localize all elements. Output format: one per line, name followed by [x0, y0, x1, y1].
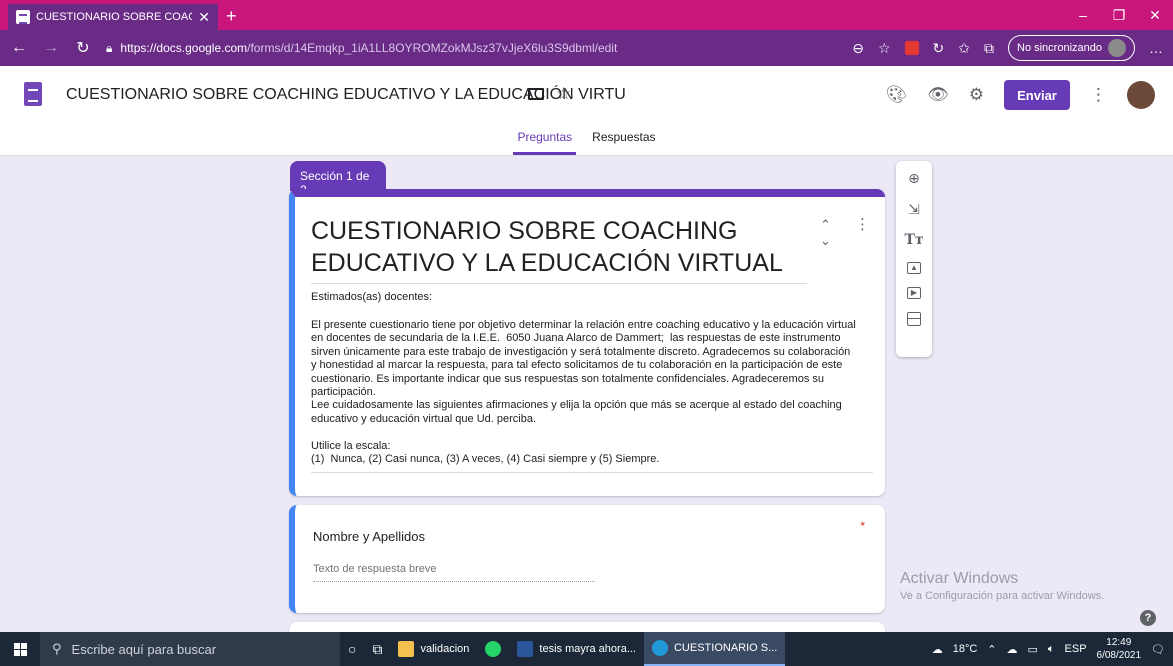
- zoom-icon[interactable]: ⊖: [852, 40, 864, 57]
- account-avatar[interactable]: [1127, 81, 1155, 109]
- word-icon: [517, 641, 534, 657]
- refresh-extension-icon[interactable]: ↻: [933, 40, 945, 57]
- browser-tab-title: CUESTIONARIO SOBRE COACHIN: [36, 11, 193, 23]
- task-view-icon[interactable]: ⧉: [364, 632, 390, 666]
- new-tab-icon[interactable]: +: [226, 6, 237, 27]
- google-forms-favicon-icon: [16, 10, 30, 24]
- question-card[interactable]: Nombre y Apellidos * Texto de respuesta …: [289, 505, 885, 613]
- favorites-bar-icon[interactable]: ✩: [958, 40, 970, 57]
- sync-label: No sincronizando: [1017, 42, 1102, 54]
- more-options-icon[interactable]: ⋮: [1090, 85, 1107, 105]
- header-actions: 🎨︎ 👁︎ ⚙ Enviar ⋮: [886, 80, 1155, 110]
- reload-icon[interactable]: ↻: [74, 38, 92, 58]
- cortana-icon[interactable]: ○: [340, 632, 364, 666]
- star-icon[interactable]: ☆: [556, 84, 571, 104]
- language-indicator[interactable]: ESP: [1065, 643, 1087, 655]
- taskbar-search[interactable]: ⚲ Escribe aquí para buscar: [40, 632, 340, 666]
- clock[interactable]: 12:49 6/08/2021: [1097, 636, 1142, 662]
- extension-icon[interactable]: [904, 41, 919, 55]
- taskbar-item-browser[interactable]: CUESTIONARIO S...: [643, 632, 786, 666]
- browser-toolbar-icons: ⊖ ☆ ↻ ✩ ⧉ No sincronizando …: [852, 35, 1163, 61]
- watermark-line2: Ve a Configuración para activar Windows.: [900, 590, 1105, 602]
- url-path: /forms/d/14Emqkp_1iA1LL8OYROMZokMJsz37vJ…: [247, 41, 618, 55]
- add-section-icon[interactable]: [907, 312, 921, 326]
- clock-time: 12:49: [1106, 637, 1132, 648]
- browser-tab-forms[interactable]: CUESTIONARIO SOBRE COACHIN ✕: [8, 4, 218, 30]
- form-title-card[interactable]: CUESTIONARIO SOBRE COACHING EDUCATIVO Y …: [289, 189, 885, 496]
- preview-eye-icon[interactable]: 👁︎: [927, 85, 949, 105]
- close-tab-icon[interactable]: ✕: [198, 9, 210, 26]
- search-icon: ⚲: [52, 641, 62, 656]
- help-icon[interactable]: ?: [1140, 610, 1156, 626]
- windows-activation-watermark: Activar Windows Ve a Configuración para …: [900, 570, 1104, 602]
- add-video-icon[interactable]: ▶: [907, 287, 921, 299]
- folder-icon: [398, 641, 415, 657]
- move-to-folder-icon[interactable]: [528, 88, 544, 100]
- section-indicator: Sección 1 de 2: [290, 161, 386, 197]
- customize-theme-icon[interactable]: 🎨︎: [886, 85, 908, 105]
- form-tabs: Preguntas Respuestas: [0, 130, 1173, 155]
- short-answer-field: Texto de respuesta breve: [313, 563, 595, 582]
- tab-preguntas[interactable]: Preguntas: [513, 130, 577, 155]
- edge-icon: [651, 640, 668, 656]
- weather-icon[interactable]: ☁: [932, 643, 943, 656]
- collections-icon[interactable]: ⧉: [984, 40, 994, 57]
- notifications-icon[interactable]: 🗨︎: [1151, 643, 1165, 656]
- maximize-icon[interactable]: ❐: [1101, 0, 1137, 30]
- floating-toolbar: ⊕ ⇲ Tт ▲ ▶: [896, 161, 932, 357]
- profile-avatar: [1108, 39, 1126, 57]
- clock-date: 6/08/2021: [1096, 650, 1142, 661]
- question-title[interactable]: Nombre y Apellidos: [313, 529, 425, 544]
- add-image-icon[interactable]: ▲: [907, 262, 921, 274]
- browser-menu-icon[interactable]: …: [1149, 40, 1163, 56]
- google-forms-logo-icon[interactable]: [24, 82, 42, 106]
- watermark-line1: Activar Windows: [900, 570, 1019, 587]
- minimize-icon[interactable]: –: [1065, 0, 1101, 30]
- windows-taskbar: ⚲ Escribe aquí para buscar ○ ⧉ validacio…: [0, 632, 1173, 666]
- url-host: https://docs.google.com: [120, 41, 248, 55]
- required-mark: *: [860, 519, 865, 533]
- network-icon[interactable]: ▭: [1028, 643, 1038, 656]
- collapse-section-icon[interactable]: ⌃ ⌄: [820, 217, 831, 249]
- forward-icon[interactable]: →: [42, 39, 60, 57]
- windows-start-icon[interactable]: [0, 642, 40, 656]
- add-question-icon[interactable]: ⊕: [903, 169, 925, 187]
- form-description[interactable]: El presente cuestionario tiene por objet…: [311, 319, 873, 474]
- form-title[interactable]: CUESTIONARIO SOBRE COACHING EDUCATIVO Y …: [311, 215, 807, 284]
- weather-temp[interactable]: 18°C: [953, 643, 978, 655]
- tray-chevron-icon[interactable]: ⌃: [987, 643, 996, 656]
- taskbar-item-label: CUESTIONARIO S...: [673, 642, 778, 654]
- taskbar-item-label: validacion: [420, 643, 470, 655]
- taskbar-item-validacion[interactable]: validacion: [390, 632, 477, 666]
- send-button[interactable]: Enviar: [1004, 80, 1070, 110]
- settings-gear-icon[interactable]: ⚙: [969, 85, 984, 105]
- form-greeting[interactable]: Estimados(as) docentes:: [311, 291, 432, 303]
- sync-button[interactable]: No sincronizando: [1008, 35, 1135, 61]
- system-tray: ☁ 18°C ⌃ ☁ ▭ 🔈︎ ESP 12:49 6/08/2021 🗨︎: [932, 636, 1173, 662]
- browser-navbar: ← → ↻ 🔒︎ https://docs.google.com/forms/d…: [0, 30, 1173, 66]
- taskbar-search-placeholder: Escribe aquí para buscar: [71, 641, 217, 657]
- favorite-icon[interactable]: ☆: [878, 40, 891, 57]
- lock-icon: 🔒︎: [106, 40, 113, 55]
- window-controls: – ❐ ✕: [1065, 0, 1173, 30]
- volume-icon[interactable]: 🔈︎: [1048, 643, 1055, 656]
- back-icon[interactable]: ←: [10, 39, 28, 57]
- address-bar[interactable]: 🔒︎ https://docs.google.com/forms/d/14Emq…: [106, 41, 838, 56]
- taskbar-item-label: tesis mayra ahora...: [539, 643, 636, 655]
- add-title-icon[interactable]: Tт: [903, 231, 925, 249]
- onedrive-icon[interactable]: ☁: [1007, 643, 1018, 656]
- import-questions-icon[interactable]: ⇲: [903, 200, 925, 218]
- taskbar-item-word[interactable]: tesis mayra ahora...: [509, 632, 644, 666]
- whatsapp-icon[interactable]: [477, 632, 509, 666]
- section-more-icon[interactable]: ⋮: [855, 215, 870, 233]
- close-window-icon[interactable]: ✕: [1137, 0, 1173, 30]
- browser-tabstrip: CUESTIONARIO SOBRE COACHIN ✕ + – ❐ ✕: [0, 0, 1173, 30]
- tab-respuestas[interactable]: Respuestas: [588, 130, 659, 155]
